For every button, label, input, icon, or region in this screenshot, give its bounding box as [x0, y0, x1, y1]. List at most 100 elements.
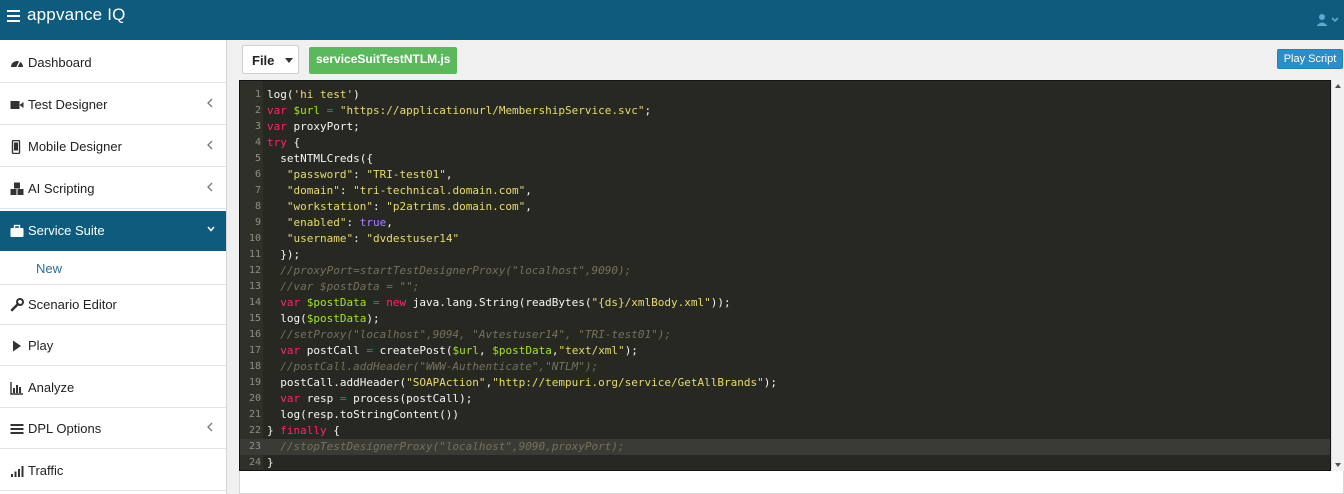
code-line[interactable]: 6 "password": "TRI-test01",	[240, 167, 1330, 183]
sidebar-item-label: Traffic	[28, 463, 64, 478]
line-number: 10	[248, 233, 261, 244]
sidebar-item-test-designer[interactable]: Test Designer	[0, 85, 226, 125]
line-code: //proxyPort=startTestDesignerProxy("loca…	[280, 264, 632, 277]
sidebar-item-label: Test Designer	[28, 97, 108, 112]
line-number: 18	[248, 361, 261, 372]
code-line[interactable]: 7 "domain": "tri-technical.domain.com",	[240, 183, 1330, 199]
sidebar-item-label: Analyze	[28, 380, 75, 395]
line-number: 19	[248, 377, 261, 388]
code-line[interactable]: 11 });	[240, 247, 1330, 263]
sidebar-item-play[interactable]: Play	[0, 326, 226, 366]
code-line[interactable]: 8 "workstation": "p2atrims.domain.com",	[240, 199, 1330, 215]
line-code: //stopTestDesignerProxy("localhost",9090…	[280, 440, 625, 453]
line-number: 15	[248, 313, 261, 324]
sidebar: Dashboard Test Designer Mobile Designer …	[0, 40, 227, 494]
list-icon	[10, 424, 24, 434]
line-code: //setProxy("localhost",9094, "Avtestuser…	[280, 328, 671, 341]
line-number: 13	[248, 281, 261, 292]
sidebar-item-ai-scripting[interactable]: AI Scripting	[0, 169, 226, 209]
line-number: 22	[248, 425, 261, 436]
sidebar-item-analyze[interactable]: Analyze	[0, 368, 226, 408]
code-line[interactable]: 13 //var $postData = "";	[240, 279, 1330, 295]
line-number: 14	[248, 297, 261, 308]
editor-footer	[239, 471, 1344, 494]
sidebar-item-label: Dashboard	[28, 55, 92, 70]
sidebar-item-label: Play	[28, 338, 54, 353]
sidebar-item-dashboard[interactable]: Dashboard	[0, 43, 226, 83]
sidebar-item-label: Scenario Editor	[28, 297, 117, 312]
sidebar-item-label: Service Suite	[28, 223, 105, 238]
code-line[interactable]: 22} finally {	[240, 423, 1330, 439]
mobile-icon	[11, 140, 21, 154]
line-code: log(resp.toStringContent())	[267, 408, 460, 421]
video-camera-icon	[10, 101, 24, 109]
sidebar-item-mobile-designer[interactable]: Mobile Designer	[0, 127, 226, 167]
code-line[interactable]: 1 log('hi test')	[240, 87, 1330, 103]
hamburger-menu-icon[interactable]	[7, 10, 20, 22]
file-menu-button[interactable]: File	[242, 45, 299, 74]
line-code: "username": "dvdestuser14"	[286, 232, 460, 245]
user-menu[interactable]	[1315, 12, 1341, 28]
code-editor[interactable]: 1 log('hi test') 2 var $url = "https://appl…	[239, 80, 1331, 471]
scroll-up-arrow-icon[interactable]	[1335, 84, 1341, 88]
code-line[interactable]: 17 var postCall = createPost($url, $post…	[240, 343, 1330, 359]
wrench-icon	[10, 298, 24, 312]
line-code: //var $postData = "";	[280, 280, 420, 293]
code-line[interactable]: 16 //setProxy("localhost",9094, "Avtestu…	[240, 327, 1330, 343]
code-line[interactable]: 19 postCall.addHeader("SOAPAction","http…	[240, 375, 1330, 391]
open-file-tab[interactable]: serviceSuitTestNTLM.js	[309, 47, 458, 74]
line-number: 5	[254, 153, 261, 164]
line-code: var resp = process(postCall);	[280, 392, 473, 405]
bar-chart-icon	[10, 382, 23, 395]
sidebar-subitem-new[interactable]: New	[0, 252, 226, 285]
code-line[interactable]: 2 var $url = "https://applicationurl/Memb…	[240, 103, 1330, 119]
line-code: var postCall = createPost($url, $postDat…	[280, 344, 638, 357]
code-line[interactable]: 24}	[240, 455, 1330, 471]
line-number: 3	[254, 121, 261, 132]
line-code: //postCall.addHeader("WWW-Authenticate",…	[280, 360, 599, 373]
line-code: "password": "TRI-test01",	[286, 168, 453, 181]
sidebar-item-label: Mobile Designer	[28, 139, 122, 154]
code-line[interactable]: 18 //postCall.addHeader("WWW-Authenticat…	[240, 359, 1330, 375]
editor-scrollbar[interactable]	[1331, 80, 1344, 471]
code-line[interactable]: 9 "enabled": true,	[240, 215, 1330, 231]
brand-logo[interactable]: appvance IQ	[27, 5, 126, 25]
code-line[interactable]: 21 log(resp.toStringContent())	[240, 407, 1330, 423]
briefcase-icon	[10, 224, 24, 237]
chevron-down-icon	[207, 226, 215, 232]
line-number: 9	[254, 217, 261, 228]
line-code: var $url = "https://applicationurl/Membe…	[267, 104, 652, 117]
line-number: 21	[248, 409, 261, 420]
line-code: });	[267, 248, 301, 261]
line-number: 8	[254, 201, 261, 212]
code-line[interactable]: 12 //proxyPort=startTestDesignerProxy("l…	[240, 263, 1330, 279]
dashboard-icon	[11, 60, 23, 68]
chevron-left-icon	[207, 140, 213, 150]
code-line[interactable]: 5 setNTMLCreds({	[240, 151, 1330, 167]
chevron-left-icon	[207, 182, 213, 192]
sidebar-item-scenario-editor[interactable]: Scenario Editor	[0, 285, 226, 325]
line-number: 23	[248, 441, 261, 452]
cubes-icon	[10, 182, 24, 195]
code-line[interactable]: 3 var proxyPort;	[240, 119, 1330, 135]
code-line[interactable]: 4 try {	[240, 135, 1330, 151]
code-line[interactable]: 15 log($postData);	[240, 311, 1330, 327]
line-code: setNTMLCreds({	[267, 152, 373, 165]
sidebar-item-traffic[interactable]: Traffic	[0, 451, 226, 491]
caret-down-icon	[285, 58, 293, 63]
sidebar-item-dpl-options[interactable]: DPL Options	[0, 409, 226, 449]
code-lines[interactable]: 1 log('hi test') 2 var $url = "https://appl…	[240, 87, 1330, 471]
user-icon	[1316, 14, 1339, 26]
code-line[interactable]: 23 //stopTestDesignerProxy("localhost",9…	[240, 439, 1330, 455]
line-number: 20	[248, 393, 261, 404]
scroll-down-arrow-icon[interactable]	[1335, 463, 1341, 467]
code-line[interactable]: 14 var $postData = new java.lang.String(…	[240, 295, 1330, 311]
code-line[interactable]: 20 var resp = process(postCall);	[240, 391, 1330, 407]
line-number: 2	[254, 105, 261, 116]
sidebar-item-service-suite[interactable]: Service Suite	[0, 211, 226, 251]
code-line[interactable]: 10 "username": "dvdestuser14"	[240, 231, 1330, 247]
play-script-button[interactable]: Play Script	[1277, 49, 1343, 69]
line-code: var $postData = new java.lang.String(rea…	[280, 296, 731, 309]
line-number: 12	[248, 265, 261, 276]
line-code: "enabled": true,	[286, 216, 393, 229]
